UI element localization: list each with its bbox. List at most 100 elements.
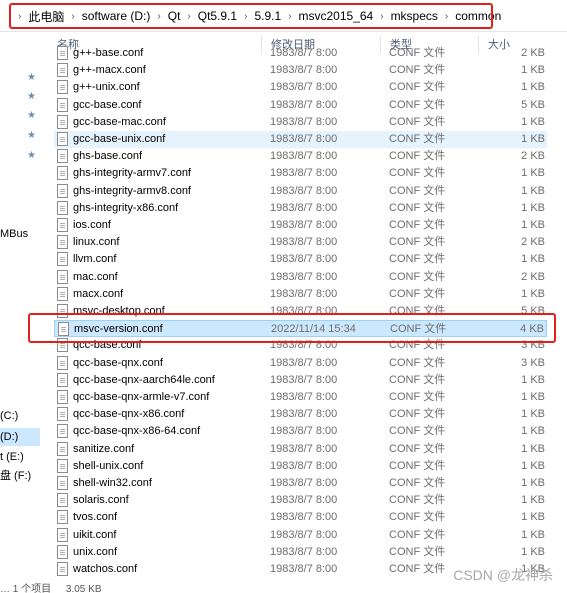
- file-type: CONF 文件: [389, 287, 446, 300]
- file-row[interactable]: qcc-base-qnx-armle-v7.conf 1983/8/7 8:00 C…: [54, 389, 547, 406]
- breadcrumb-item[interactable]: msvc2015_64: [294, 9, 379, 23]
- file-size: 1 KB: [521, 408, 545, 421]
- file-date: 1983/8/7 8:00: [270, 253, 338, 266]
- file-type: CONF 文件: [390, 323, 447, 336]
- breadcrumb-item[interactable]: Qt5.9.1: [193, 9, 242, 23]
- file-row[interactable]: uikit.conf 1983/8/7 8:00 CONF 文件 1 KB: [54, 527, 547, 544]
- file-icon: [58, 322, 69, 337]
- file-type: CONF 文件: [389, 47, 446, 59]
- file-row[interactable]: ghs-integrity-armv7.conf 1983/8/7 8:00 CON…: [54, 165, 547, 182]
- file-row[interactable]: msvc-version.conf 2022/11/14 15:34 CONF 文件…: [54, 320, 547, 338]
- file-row[interactable]: shell-unix.conf 1983/8/7 8:00 CONF 文件 1 KB: [54, 458, 547, 475]
- file-type: CONF 文件: [389, 528, 446, 541]
- breadcrumb-item[interactable]: 5.9.1: [249, 9, 286, 23]
- breadcrumb: › 此电脑 › software (D:) › Qt › Qt5.9.1 › 5.9.1 › msvc…: [16, 5, 506, 27]
- chevron-right-icon[interactable]: ›: [378, 11, 385, 22]
- file-icon: [57, 183, 68, 198]
- breadcrumb-item[interactable]: 此电脑: [23, 8, 69, 25]
- nav-item-d-drive[interactable]: (D:): [0, 428, 40, 446]
- chevron-right-icon[interactable]: ›: [242, 11, 249, 22]
- file-icon: [57, 63, 68, 78]
- file-row[interactable]: solaris.conf 1983/8/7 8:00 CONF 文件 1 KB: [54, 492, 547, 509]
- file-row[interactable]: mac.conf 1983/8/7 8:00 CONF 文件 2 KB: [54, 269, 547, 286]
- file-row[interactable]: shell-win32.conf 1983/8/7 8:00 CONF 文件 1 KB: [54, 475, 547, 492]
- file-type: CONF 文件: [389, 339, 446, 352]
- file-icon: [57, 510, 68, 525]
- file-row[interactable]: g++-unix.conf 1983/8/7 8:00 CONF 文件 1 KB: [54, 79, 547, 96]
- file-list[interactable]: g++-base.conf 1983/8/7 8:00 CONF 文件 2 KB g++…: [48, 45, 567, 593]
- address-bar[interactable]: › 此电脑 › software (D:) › Qt › Qt5.9.1 › 5.9.1 › msvc…: [0, 0, 567, 32]
- nav-item-e-drive[interactable]: t (E:): [0, 448, 24, 466]
- file-type: CONF 文件: [389, 115, 446, 128]
- pin-icon: ★: [27, 150, 36, 161]
- file-icon: [57, 355, 68, 370]
- chevron-right-icon[interactable]: ›: [69, 11, 76, 22]
- file-date: 1983/8/7 8:00: [270, 64, 338, 77]
- file-row[interactable]: msvc-desktop.conf 1983/8/7 8:00 CONF 文件 5 K…: [54, 303, 547, 320]
- file-row[interactable]: llvm.conf 1983/8/7 8:00 CONF 文件 1 KB: [54, 251, 547, 268]
- file-name: sanitize.conf: [73, 442, 135, 455]
- file-type: CONF 文件: [389, 356, 446, 369]
- file-type: CONF 文件: [389, 98, 446, 111]
- file-size: 1 KB: [521, 494, 545, 507]
- file-row[interactable]: ios.conf 1983/8/7 8:00 CONF 文件 1 KB: [54, 217, 547, 234]
- file-row[interactable]: linux.conf 1983/8/7 8:00 CONF 文件 2 KB: [54, 234, 547, 251]
- chevron-right-icon[interactable]: ›: [16, 11, 23, 22]
- file-date: 1983/8/7 8:00: [270, 150, 338, 163]
- file-size: 3 KB: [521, 339, 545, 352]
- file-row[interactable]: gcc-base.conf 1983/8/7 8:00 CONF 文件 5 KB: [54, 97, 547, 114]
- nav-item-c-drive[interactable]: (C:): [0, 407, 18, 425]
- file-date: 1983/8/7 8:00: [270, 373, 338, 386]
- file-type: CONF 文件: [389, 391, 446, 403]
- nav-item-mbus[interactable]: MBus: [0, 225, 28, 243]
- file-row[interactable]: tvos.conf 1983/8/7 8:00 CONF 文件 1 KB: [54, 509, 547, 526]
- file-date: 1983/8/7 8:00: [270, 133, 338, 145]
- pin-icon: ★: [27, 72, 36, 83]
- file-row[interactable]: g++-base.conf 1983/8/7 8:00 CONF 文件 2 KB: [54, 45, 547, 62]
- breadcrumb-item[interactable]: common: [450, 9, 506, 23]
- status-item-count: … 1 个项目: [0, 584, 52, 593]
- nav-item-f-drive[interactable]: 盘 (F:): [0, 467, 31, 485]
- file-row[interactable]: g++-macx.conf 1983/8/7 8:00 CONF 文件 1 KB: [54, 62, 547, 79]
- chevron-right-icon[interactable]: ›: [443, 11, 450, 22]
- file-name: qcc-base-qnx-x86.conf: [73, 408, 185, 421]
- file-row[interactable]: ghs-integrity-armv8.conf 1983/8/7 8:00 CON…: [54, 183, 547, 200]
- file-row[interactable]: qcc-base-qnx-aarch64le.conf 1983/8/7 8:00…: [54, 372, 547, 389]
- file-size: 2 KB: [521, 270, 545, 283]
- file-row[interactable]: sanitize.conf 1983/8/7 8:00 CONF 文件 1 KB: [54, 441, 547, 458]
- file-type: CONF 文件: [389, 305, 446, 317]
- file-type: CONF 文件: [389, 150, 446, 163]
- file-size: 1 KB: [521, 81, 545, 94]
- pin-icon: ★: [27, 110, 36, 121]
- file-icon: [57, 407, 68, 422]
- file-row[interactable]: ghs-base.conf 1983/8/7 8:00 CONF 文件 2 KB: [54, 148, 547, 165]
- breadcrumb-item[interactable]: software (D:): [77, 9, 156, 23]
- file-date: 1983/8/7 8:00: [270, 494, 338, 507]
- file-icon: [57, 476, 68, 490]
- file-row[interactable]: macx.conf 1983/8/7 8:00 CONF 文件 1 KB: [54, 286, 547, 303]
- file-date: 1983/8/7 8:00: [270, 425, 338, 438]
- navigation-pane[interactable]: ★ ★ ★ ★ ★ MBus (C:) (D:) t (E:) 盘 (F:): [0, 33, 48, 593]
- file-icon: [57, 149, 68, 164]
- file-name: shell-unix.conf: [73, 459, 144, 472]
- breadcrumb-item[interactable]: mkspecs: [386, 9, 443, 23]
- chevron-right-icon[interactable]: ›: [286, 11, 293, 22]
- file-row[interactable]: unix.conf 1983/8/7 8:00 CONF 文件 1 KB: [54, 544, 547, 561]
- file-name: ios.conf: [73, 219, 111, 231]
- chevron-right-icon[interactable]: ›: [155, 11, 162, 22]
- file-size: 1 KB: [521, 167, 545, 180]
- file-type: CONF 文件: [389, 270, 446, 283]
- chevron-right-icon[interactable]: ›: [185, 11, 192, 22]
- file-row[interactable]: gcc-base-mac.conf 1983/8/7 8:00 CONF 文件 1 K…: [54, 114, 547, 131]
- file-row[interactable]: qcc-base-qnx-x86.conf 1983/8/7 8:00 CONF 文…: [54, 406, 547, 423]
- file-row[interactable]: ghs-integrity-x86.conf 1983/8/7 8:00 CONF …: [54, 200, 547, 217]
- file-row[interactable]: qcc-base-qnx.conf 1983/8/7 8:00 CONF 文件 3 K…: [54, 355, 547, 372]
- file-type: CONF 文件: [389, 219, 446, 231]
- breadcrumb-item[interactable]: Qt: [163, 9, 186, 23]
- file-row[interactable]: qcc-base.conf 1983/8/7 8:00 CONF 文件 3 KB: [54, 337, 547, 354]
- file-row[interactable]: gcc-base-unix.conf 1983/8/7 8:00 CONF 文件 1 …: [54, 131, 547, 148]
- file-size: 1 KB: [521, 477, 545, 489]
- file-row[interactable]: qcc-base-qnx-x86-64.conf 1983/8/7 8:00 CON…: [54, 423, 547, 440]
- file-size: 2 KB: [521, 150, 545, 163]
- file-type: CONF 文件: [389, 511, 446, 524]
